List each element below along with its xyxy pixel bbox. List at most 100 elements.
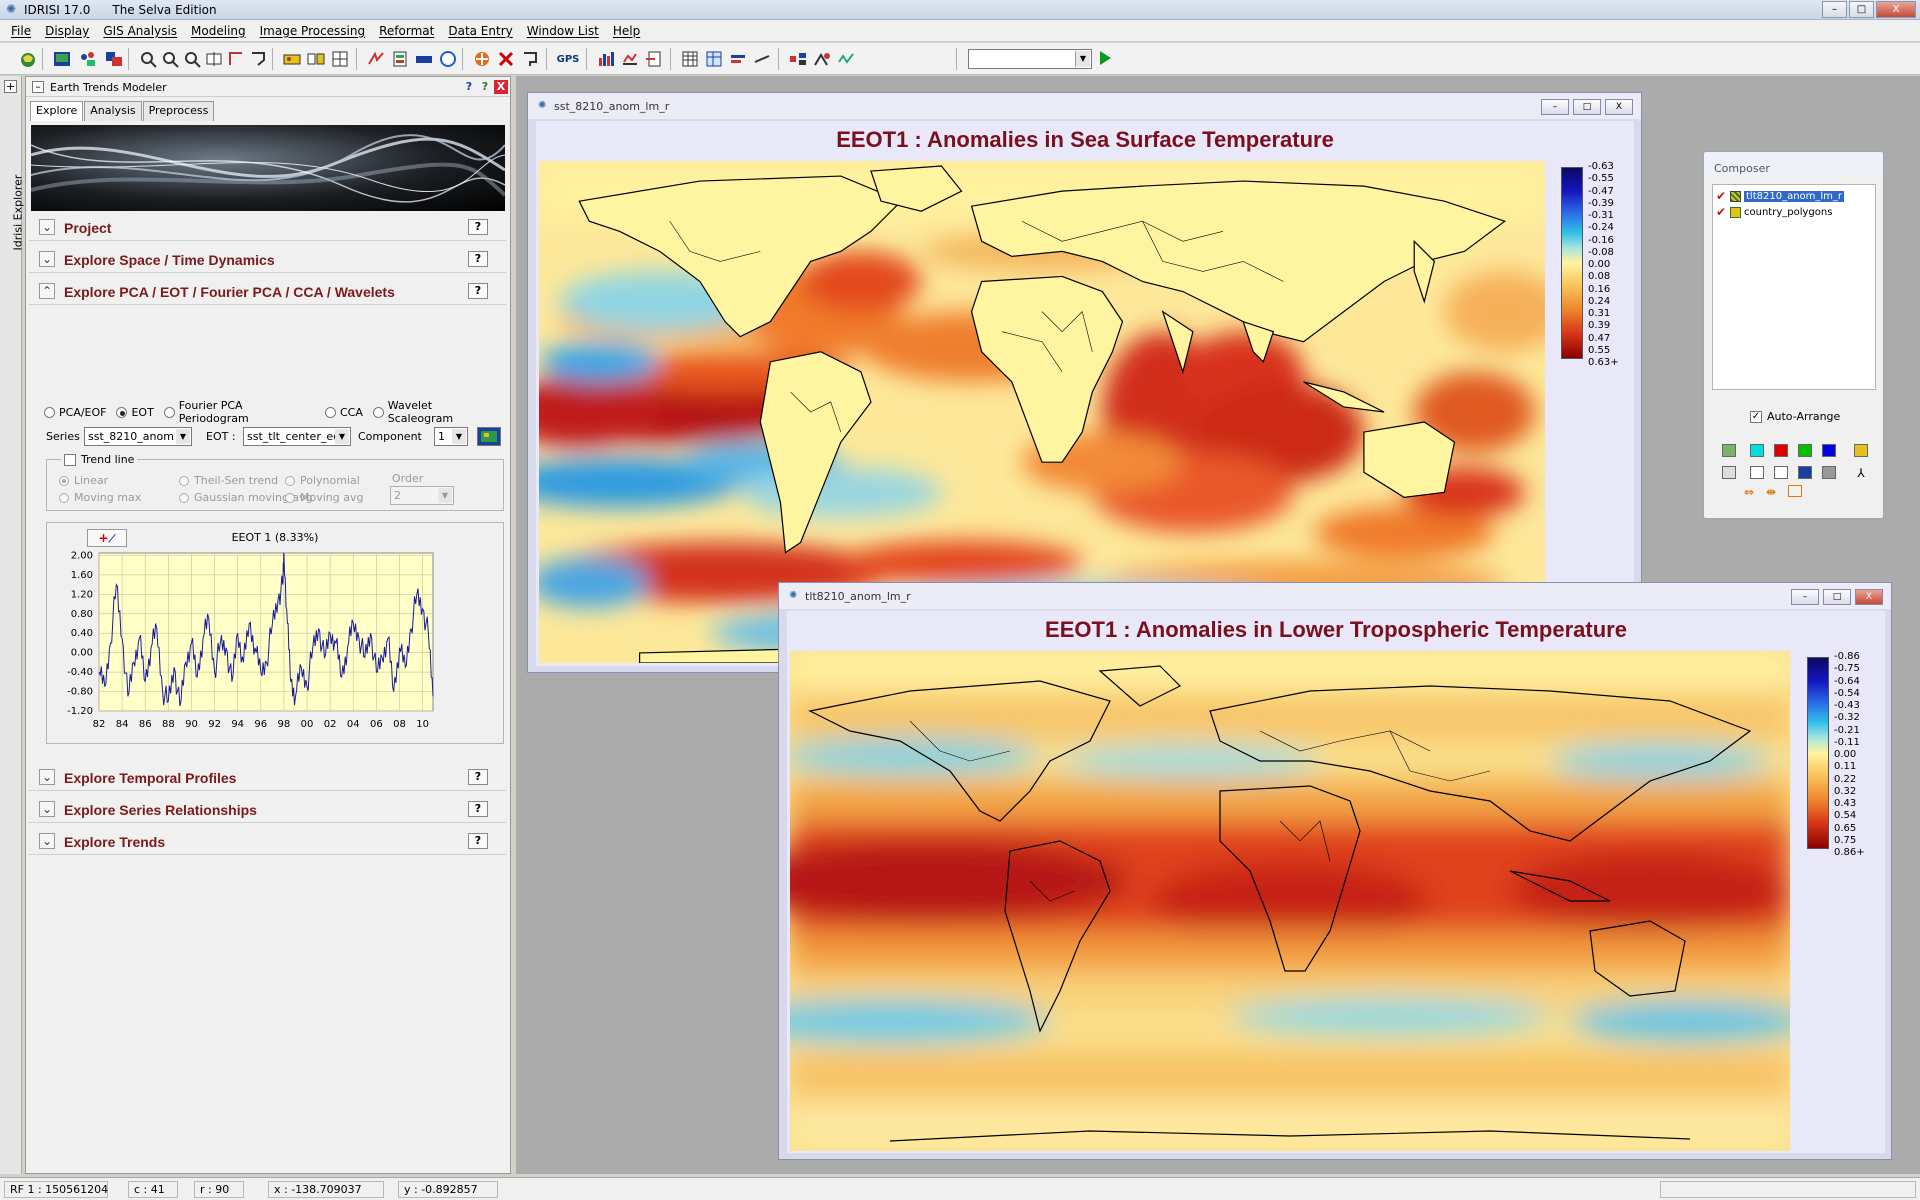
section-space-time-help-button[interactable]: ? bbox=[468, 251, 488, 267]
feature-properties-icon[interactable] bbox=[1750, 466, 1764, 479]
blue-swatch-button[interactable] bbox=[1822, 444, 1836, 457]
section-trends-help-button[interactable]: ? bbox=[468, 833, 488, 849]
collapse-panel-button[interactable]: – bbox=[32, 81, 44, 93]
pan-center-icon[interactable]: ⇼ bbox=[1766, 485, 1776, 499]
query-icon[interactable] bbox=[248, 49, 268, 69]
chevron-down-icon[interactable]: ⌄ bbox=[39, 769, 55, 785]
red-swatch-button[interactable] bbox=[1774, 444, 1788, 457]
series-select[interactable]: sst_8210_anom ▼ bbox=[84, 427, 192, 446]
add-layer-icon[interactable] bbox=[78, 49, 98, 69]
maximize-button[interactable]: □ bbox=[1849, 1, 1874, 18]
radio-pca-eof-dot[interactable] bbox=[44, 406, 55, 418]
legend-icon[interactable] bbox=[414, 49, 434, 69]
help-icon[interactable]: ? bbox=[462, 80, 476, 94]
trend-moving-avg-dot[interactable] bbox=[285, 492, 295, 503]
tab-explore[interactable]: Explore bbox=[30, 101, 84, 121]
digitize-icon[interactable] bbox=[282, 49, 302, 69]
close-panel-icon[interactable]: X bbox=[494, 80, 508, 94]
section-pca-eot[interactable]: ⌃ Explore PCA / EOT / Fourier PCA / CCA … bbox=[29, 277, 506, 305]
menu-modeling[interactable]: Modeling bbox=[184, 24, 253, 38]
toolbar-combo[interactable]: ▼ bbox=[968, 49, 1092, 69]
menu-reformat[interactable]: Reformat bbox=[372, 24, 441, 38]
pin-icon[interactable]: ⅄ bbox=[1854, 466, 1868, 480]
zoom-window-icon[interactable] bbox=[138, 49, 158, 69]
section-series-relationships-help-button[interactable]: ? bbox=[468, 801, 488, 817]
layer-item[interactable]: ✔ country_polygons bbox=[1716, 205, 1832, 219]
context-help-icon[interactable]: ? bbox=[478, 80, 492, 94]
tlt-anomaly-map[interactable] bbox=[790, 651, 1790, 1151]
menu-gis-analysis[interactable]: GIS Analysis bbox=[96, 24, 184, 38]
section-pca-eot-help-button[interactable]: ? bbox=[468, 283, 488, 299]
close-button[interactable]: X bbox=[1876, 1, 1916, 18]
zoom-out-icon[interactable] bbox=[182, 49, 202, 69]
cyan-swatch-button[interactable] bbox=[1750, 444, 1764, 457]
menu-image-processing[interactable]: Image Processing bbox=[253, 24, 372, 38]
grid-icon[interactable] bbox=[330, 49, 350, 69]
signature-icon[interactable] bbox=[836, 49, 856, 69]
tab-analysis[interactable]: Analysis bbox=[84, 101, 142, 121]
sst-minimize-button[interactable]: – bbox=[1541, 99, 1569, 115]
eot-select[interactable]: sst_tlt_center_eec ▼ bbox=[243, 427, 351, 446]
chevron-down-icon[interactable]: ⌄ bbox=[39, 833, 55, 849]
display-launcher-icon[interactable] bbox=[52, 49, 72, 69]
map-properties-icon[interactable] bbox=[1722, 466, 1736, 479]
export-icon[interactable] bbox=[644, 49, 664, 69]
new-project-icon[interactable] bbox=[18, 49, 38, 69]
legend-edit-icon[interactable] bbox=[752, 49, 772, 69]
gps-icon[interactable]: GPS bbox=[556, 49, 580, 69]
layer-properties-icon[interactable] bbox=[1854, 444, 1868, 457]
layer-properties-icon[interactable] bbox=[390, 49, 410, 69]
menu-data-entry[interactable]: Data Entry bbox=[441, 24, 519, 38]
run-icon[interactable] bbox=[1100, 51, 1111, 65]
auto-arrange-checkbox[interactable]: ✓ bbox=[1750, 410, 1762, 423]
trend-gaussian-dot[interactable] bbox=[179, 492, 189, 503]
auto-arrange-option[interactable]: ✓ Auto-Arrange bbox=[1750, 410, 1840, 423]
layer-item[interactable]: ✔ tlt8210_anom_lm_r bbox=[1716, 189, 1845, 203]
menu-file[interactable]: File bbox=[4, 24, 38, 38]
sst-restore-button[interactable]: □ bbox=[1573, 99, 1601, 115]
section-temporal-profiles-help-button[interactable]: ? bbox=[468, 769, 488, 785]
globe-icon[interactable] bbox=[438, 49, 458, 69]
display-map-button[interactable] bbox=[477, 427, 501, 446]
tlt-restore-button[interactable]: □ bbox=[1823, 589, 1851, 605]
order-select[interactable]: 2 ▼ bbox=[390, 486, 454, 505]
grid-table-icon[interactable] bbox=[680, 49, 700, 69]
section-trends[interactable]: ⌄ Explore Trends ? bbox=[29, 827, 506, 855]
section-project[interactable]: ⌄ Project ? bbox=[29, 213, 506, 241]
histogram-icon[interactable] bbox=[596, 49, 616, 69]
macro-icon[interactable] bbox=[788, 49, 808, 69]
menu-help[interactable]: Help bbox=[606, 24, 647, 38]
chevron-down-icon[interactable]: ⌄ bbox=[39, 801, 55, 817]
add-feature-icon[interactable] bbox=[472, 49, 492, 69]
section-project-help-button[interactable]: ? bbox=[468, 219, 488, 235]
trend-line-toggle[interactable]: Trend line bbox=[61, 453, 138, 466]
radio-cca-dot[interactable] bbox=[324, 406, 336, 418]
radio-fourier-pca-dot[interactable] bbox=[163, 406, 175, 418]
trend-theil-sen-dot[interactable] bbox=[179, 475, 189, 486]
feature-properties-icon[interactable] bbox=[366, 49, 386, 69]
idrisi-explorer-tab[interactable]: Idrisi Explorer bbox=[11, 175, 24, 251]
spreadsheet-icon[interactable] bbox=[704, 49, 724, 69]
radio-pca-eof[interactable]: PCA/EOF bbox=[44, 406, 106, 419]
delete-feature-icon[interactable] bbox=[496, 49, 516, 69]
tlt-close-button[interactable]: X bbox=[1855, 589, 1883, 605]
section-space-time[interactable]: ⌄ Explore Space / Time Dynamics ? bbox=[29, 245, 506, 273]
radio-eot[interactable]: EOT bbox=[116, 406, 154, 419]
chevron-down-icon[interactable]: ⌄ bbox=[39, 219, 55, 235]
layer-visible-check-icon[interactable]: ✔ bbox=[1716, 189, 1730, 203]
print-icon[interactable] bbox=[1822, 466, 1836, 479]
trend-moving-max-option[interactable]: Moving max bbox=[59, 491, 141, 504]
tlt-window-titlebar[interactable]: ✺ tlt8210_anom_lm_r – □ X bbox=[779, 583, 1891, 609]
green-swatch-button[interactable] bbox=[1798, 444, 1812, 457]
tlt-minimize-button[interactable]: – bbox=[1791, 589, 1819, 605]
full-extent-icon[interactable] bbox=[1788, 485, 1802, 497]
trend-polynomial-dot[interactable] bbox=[285, 475, 295, 486]
composer-icon[interactable] bbox=[104, 49, 124, 69]
radio-cca[interactable]: CCA bbox=[324, 406, 363, 419]
trend-linear-dot[interactable] bbox=[59, 475, 69, 486]
shortcut-icon[interactable] bbox=[306, 49, 326, 69]
layer-visible-check-icon[interactable]: ✔ bbox=[1716, 205, 1730, 219]
component-select[interactable]: 1 ▼ bbox=[434, 427, 468, 446]
menu-window-list[interactable]: Window List bbox=[520, 24, 606, 38]
section-temporal-profiles[interactable]: ⌄ Explore Temporal Profiles ? bbox=[29, 763, 506, 791]
